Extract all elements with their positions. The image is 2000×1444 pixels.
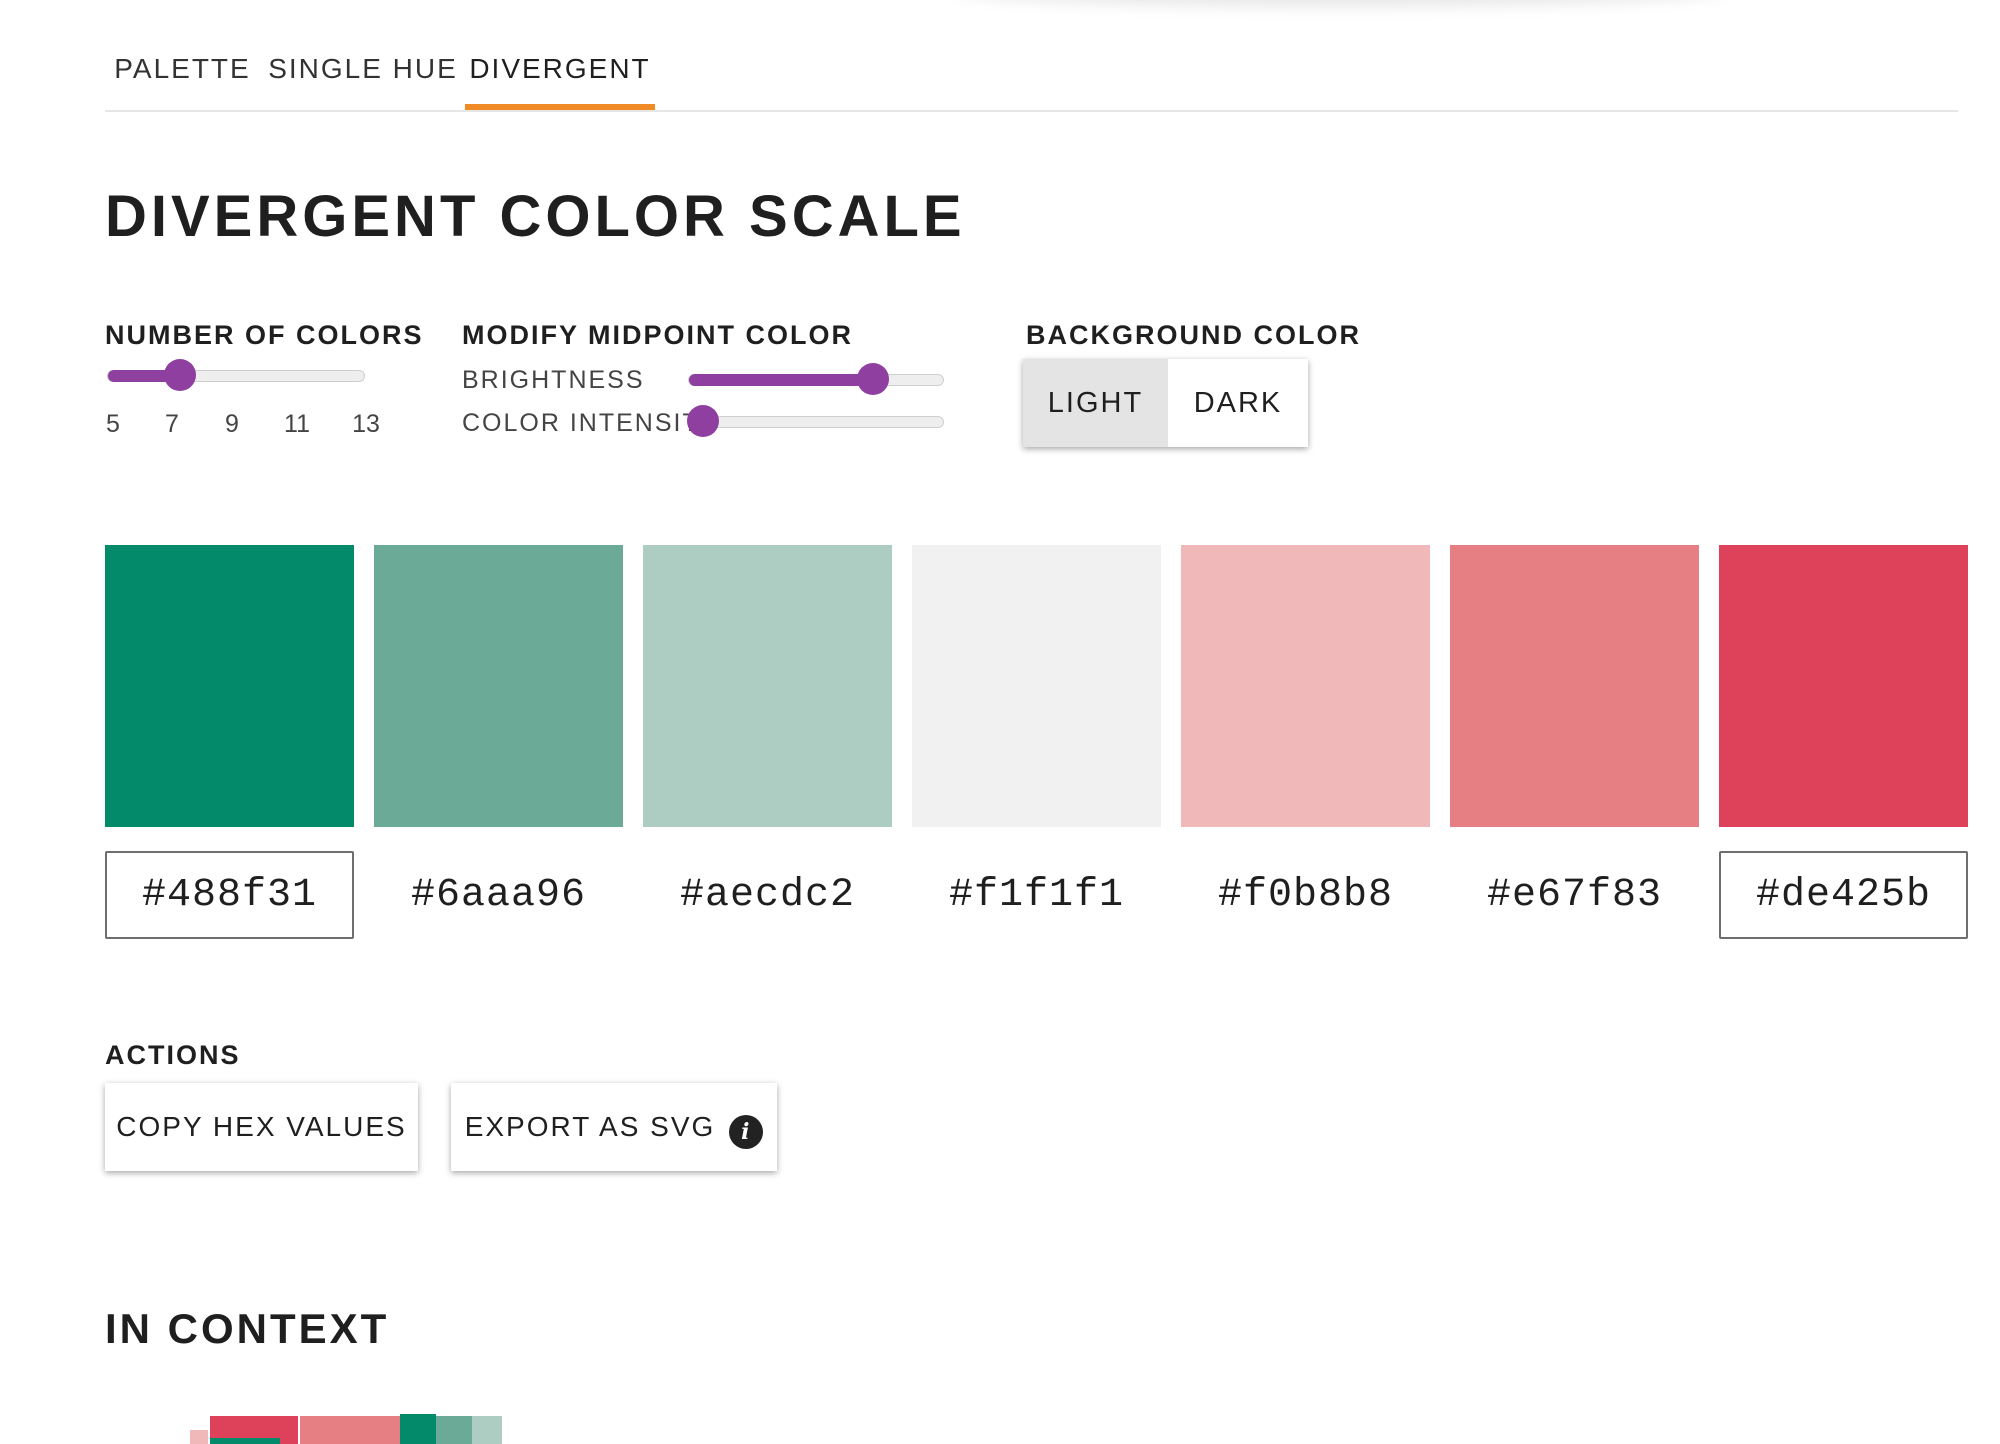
tick-label: 13 [352,410,380,438]
midpoint-color-label: MODIFY MIDPOINT COLOR [462,320,853,350]
tab-palette[interactable]: PALETTE [105,48,260,110]
tab-divergent[interactable]: DIVERGENT [465,48,655,110]
color-intensity-slider[interactable] [687,405,944,437]
brightness-slider[interactable] [688,363,944,395]
brightness-slider-thumb[interactable] [857,363,889,395]
number-of-colors-label: NUMBER OF COLORS [105,320,424,350]
preview-block [300,1416,400,1444]
hex-field[interactable]: #6aaa96 [374,851,623,939]
tick-label: 9 [225,410,239,438]
color-swatch[interactable] [912,545,1161,827]
hex-field[interactable]: #e67f83 [1450,851,1699,939]
preview-block [472,1416,502,1444]
number-of-colors-slider[interactable] [107,359,365,391]
tick-label: 11 [284,410,310,438]
tab-bar: PALETTE SINGLE HUE DIVERGENT [105,0,1958,112]
color-swatch[interactable] [1719,545,1968,827]
hex-field[interactable]: #de425b [1719,851,1968,939]
tab-single-hue[interactable]: SINGLE HUE [268,48,458,110]
export-as-svg-button[interactable]: EXPORT AS SVG i [451,1083,777,1171]
number-of-colors-slider-thumb[interactable] [164,359,196,391]
hex-field[interactable]: #f0b8b8 [1181,851,1430,939]
preview-block [190,1430,208,1444]
info-icon[interactable]: i [729,1115,764,1149]
in-context-preview [190,1414,502,1444]
color-swatch[interactable] [374,545,623,827]
actions-label: ACTIONS [105,1040,241,1070]
tick-label: 7 [165,410,179,438]
background-color-label: BACKGROUND COLOR [1026,320,1361,350]
tick-label: 5 [106,410,120,438]
export-as-svg-label: EXPORT AS SVG [464,1111,716,1142]
copy-hex-values-label: COPY HEX VALUES [116,1111,407,1142]
preview-block [210,1438,280,1444]
brightness-slider-fill [689,374,873,386]
copy-hex-values-button[interactable]: COPY HEX VALUES [105,1083,418,1171]
background-color-toggle: LIGHT DARK [1023,359,1308,447]
hex-field[interactable]: #f1f1f1 [912,851,1161,939]
color-swatch[interactable] [1181,545,1430,827]
preview-block [436,1416,472,1444]
light-option[interactable]: LIGHT [1023,359,1168,447]
color-swatch[interactable] [1450,545,1699,827]
color-swatch[interactable] [105,545,354,827]
color-intensity-slider-thumb[interactable] [687,405,719,437]
in-context-heading: IN CONTEXT [105,1305,390,1352]
dark-option[interactable]: DARK [1168,359,1308,447]
color-intensity-label: COLOR INTENSITY [462,409,719,437]
preview-block [400,1414,436,1444]
page-title: DIVERGENT COLOR SCALE [105,184,966,249]
brightness-label: BRIGHTNESS [462,366,645,394]
hex-field[interactable]: #aecdc2 [643,851,892,939]
hex-field[interactable]: #488f31 [105,851,354,939]
color-swatch[interactable] [643,545,892,827]
